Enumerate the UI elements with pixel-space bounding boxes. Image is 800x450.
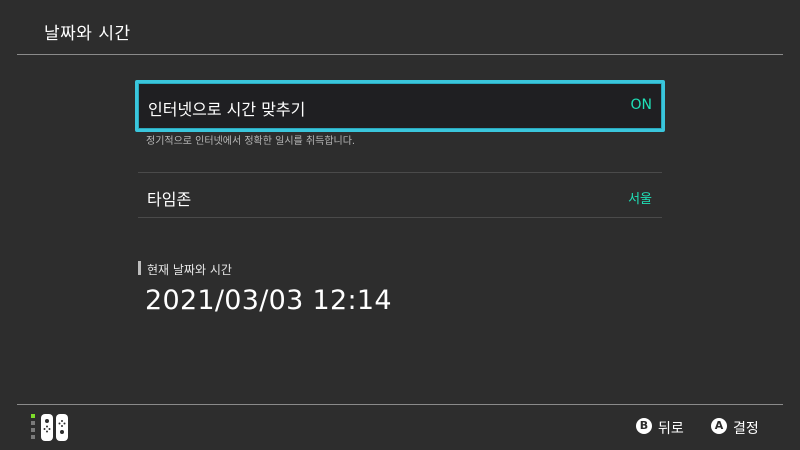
back-label: 뒤로 <box>658 421 684 437</box>
internet-time-sync-value: ON <box>630 97 653 113</box>
section-marker <box>138 261 141 275</box>
row-divider <box>138 217 662 218</box>
timezone-label: 타임존 <box>147 190 192 209</box>
b-button-icon: B <box>636 418 652 434</box>
current-datetime-section-title: 현재 날짜와 시간 <box>147 263 232 277</box>
timezone-value: 서울 <box>628 192 652 207</box>
header: 날짜와 시간 <box>0 0 800 56</box>
page-title: 날짜와 시간 <box>44 24 131 44</box>
joycon-pair-icon <box>41 414 68 441</box>
footer-divider <box>17 404 783 405</box>
header-divider <box>17 54 783 55</box>
a-button-icon: A <box>711 418 727 434</box>
timezone-row[interactable]: 타임존 서울 <box>138 173 662 217</box>
internet-time-sync-row[interactable]: 인터넷으로 시간 맞추기 ON <box>135 80 665 132</box>
confirm-label: 결정 <box>733 421 759 437</box>
internet-time-sync-label: 인터넷으로 시간 맞추기 <box>148 100 306 119</box>
controller-status <box>31 413 71 443</box>
current-datetime-value: 2021/03/03 12:14 <box>145 285 392 316</box>
internet-time-sync-hint: 정기적으로 인터넷에서 정확한 일시를 취득합니다. <box>146 136 356 147</box>
player-led-icon <box>31 414 35 440</box>
